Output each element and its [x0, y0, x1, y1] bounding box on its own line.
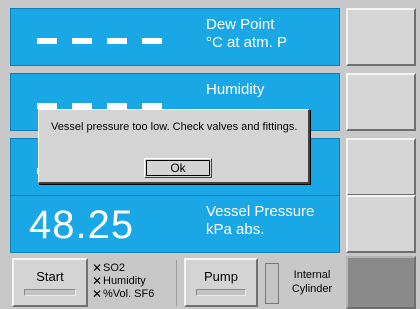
warning-dialog: Vessel pressure too low. Check valves an…	[38, 109, 310, 184]
pump-button-label: Pump	[204, 269, 238, 284]
side-button-2[interactable]	[346, 73, 416, 131]
vessel-pressure-label: Vessel Pressure kPa abs.	[206, 203, 314, 239]
dash	[107, 38, 127, 44]
vessel-pressure-unit: kPa abs.	[206, 221, 265, 238]
divider	[176, 260, 177, 306]
vessel-pressure-panel: 48.25 Vessel Pressure kPa abs.	[10, 195, 340, 253]
pump-indicator	[196, 289, 246, 296]
pump-button[interactable]: Pump	[184, 258, 258, 307]
gas-option-sf6[interactable]: ✕ %Vol. SF6	[92, 288, 154, 301]
gas-option-label: SO2	[103, 262, 126, 274]
cylinder-text: Cylinder	[291, 283, 333, 295]
gas-option-label: %Vol. SF6	[103, 288, 155, 300]
dew-point-unit: °C at atm. P	[206, 34, 288, 51]
gas-option-label: Humidity	[103, 275, 146, 287]
gas-selection-list: ✕ SO2 ✕ Humidity ✕ %Vol. SF6	[92, 262, 154, 301]
dash	[72, 38, 92, 44]
analyzer-screen: Dew Point °C at atm. P Humidity 48.25 Ve…	[0, 0, 420, 309]
bottom-bar: Start ✕ SO2 ✕ Humidity ✕ %Vol. SF6 Pump	[0, 256, 420, 309]
dialog-message: Vessel pressure too low. Check valves an…	[51, 121, 298, 133]
dash	[142, 38, 162, 44]
dew-point-label: Dew Point °C at atm. P	[206, 16, 287, 52]
ok-button[interactable]: Ok	[144, 158, 212, 178]
dash	[37, 38, 57, 44]
start-button[interactable]: Start	[12, 258, 88, 307]
cylinder-indicator	[265, 263, 279, 304]
internal-cylinder-label: Internal Cylinder	[283, 268, 341, 296]
side-button-4[interactable]	[346, 195, 416, 253]
humidity-label: Humidity	[206, 81, 264, 99]
humidity-title: Humidity	[206, 81, 265, 98]
dew-point-panel: Dew Point °C at atm. P	[10, 8, 340, 66]
vessel-pressure-value: 48.25	[29, 203, 135, 247]
side-button-3[interactable]	[346, 138, 416, 196]
start-indicator	[24, 289, 76, 296]
side-button-1[interactable]	[346, 8, 416, 66]
start-button-label: Start	[36, 269, 64, 284]
dew-point-title: Dew Point	[206, 16, 275, 33]
cross-icon: ✕	[92, 287, 103, 301]
vessel-pressure-title: Vessel Pressure	[206, 203, 315, 220]
internal-text: Internal	[293, 269, 331, 281]
